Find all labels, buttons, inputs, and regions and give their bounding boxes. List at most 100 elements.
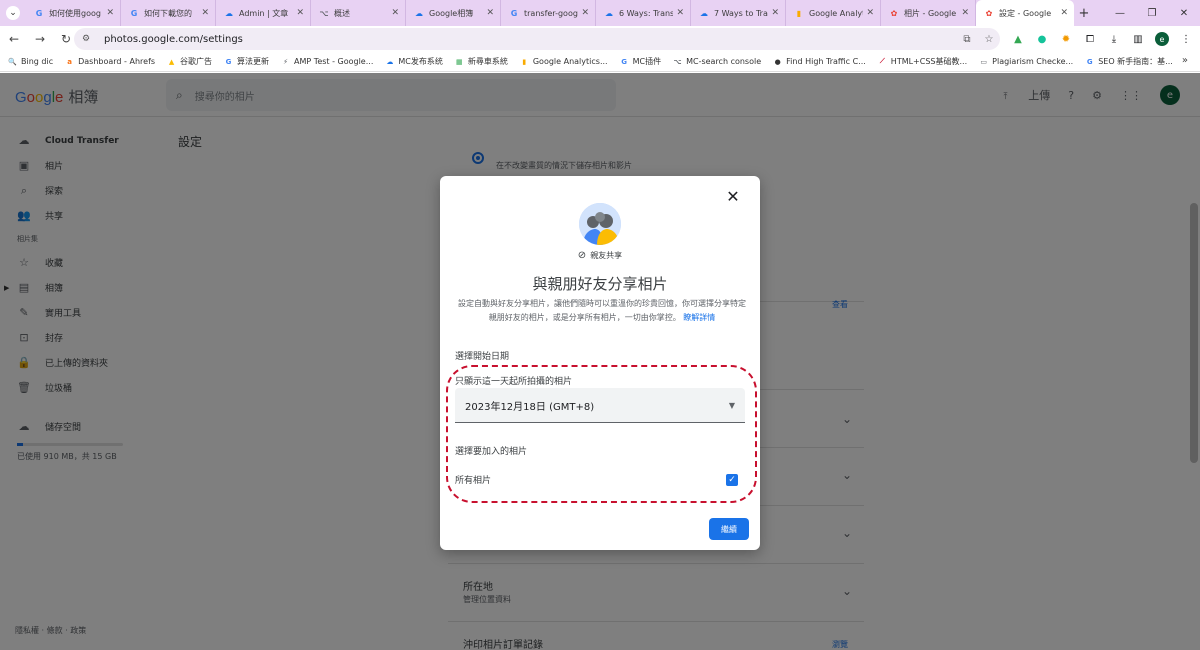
site-info-icon[interactable]: ⚙ <box>82 34 96 44</box>
tab-close-icon[interactable]: ✕ <box>296 8 304 18</box>
bookmark-item[interactable]: G 算法更新 <box>224 56 269 67</box>
bookmark-label: AMP Test - Google... <box>294 57 374 66</box>
start-date-heading: 選擇開始日期 <box>455 352 510 362</box>
bookmark-label: MC-search console <box>686 57 762 66</box>
tab-favicon-icon: ⌥ <box>319 8 329 18</box>
browser-tab[interactable]: ✿ 設定 - Google ✕ <box>976 0 1074 26</box>
tab-favicon-icon: ☁ <box>700 8 708 18</box>
new-tab-button[interactable]: + <box>1074 6 1094 21</box>
bookmark-favicon-icon: ⌥ <box>673 57 682 66</box>
bookmark-item[interactable]: ▮ Google Analytics... <box>520 56 607 67</box>
browser-toolbar: ← → ↻ ⚙ photos.google.com/settings ⧉ ☆ ▲… <box>0 26 1200 52</box>
tab-title: Google相簿 <box>429 8 474 18</box>
bookmark-label: SEO 新手指南：基... <box>1098 57 1173 66</box>
tab-close-icon[interactable]: ✕ <box>201 8 209 18</box>
bookmark-item[interactable]: G SEO 新手指南：基... <box>1085 56 1173 67</box>
badge-label: 親友共享 <box>590 251 623 260</box>
people-illustration-svg <box>579 203 621 245</box>
more-bookmarks-icon[interactable]: » <box>1182 55 1188 66</box>
bookmark-item[interactable]: a Dashboard - Ahrefs <box>65 56 155 67</box>
tab-title: 如何下載您的 <box>144 8 192 18</box>
extensions-area: ▲ ● ✹ ⧠ ⤓ ▥ e ⋮ <box>1006 26 1198 52</box>
tab-close-icon[interactable]: ✕ <box>866 8 874 18</box>
browser-tab[interactable]: ☁ 7 Ways to Tra ✕ <box>691 0 786 26</box>
browser-tab[interactable]: ✿ 相片 - Google ✕ <box>881 0 976 26</box>
bookmark-favicon-icon: a <box>67 57 72 66</box>
bookmark-label: MC插件 <box>632 57 662 66</box>
partner-sharing-badge: ⊘ 親友共享 <box>440 250 760 261</box>
bookmark-favicon-icon: ● <box>774 57 781 66</box>
drive-extension-icon[interactable]: ▲ <box>1006 27 1030 51</box>
chevron-down-icon: ⌄ <box>6 6 20 20</box>
bookmark-label: 谷歌广告 <box>180 57 213 66</box>
tab-close-icon[interactable]: ✕ <box>771 8 779 18</box>
learn-more-link[interactable]: 瞭解詳情 <box>683 313 715 322</box>
tab-search-button[interactable]: ⌄ <box>0 0 26 26</box>
continue-button[interactable]: 繼續 <box>709 518 749 540</box>
close-window-icon[interactable]: ✕ <box>1168 0 1200 26</box>
tab-favicon-icon: ▮ <box>796 8 802 18</box>
profile-avatar[interactable]: e <box>1155 32 1169 46</box>
browser-tab[interactable]: G 如何使用goog ✕ <box>26 0 121 26</box>
install-app-icon[interactable]: ⧉ <box>956 34 978 45</box>
bookmark-label: MC发布系统 <box>398 57 443 66</box>
gear-extension-icon[interactable]: ✹ <box>1054 27 1078 51</box>
bookmark-favicon-icon: ▮ <box>522 57 527 66</box>
bookmark-label: 新尋車系統 <box>467 57 508 66</box>
restore-icon[interactable]: ❐ <box>1136 0 1168 26</box>
tab-favicon-icon: ✿ <box>985 8 993 18</box>
address-bar[interactable]: ⚙ photos.google.com/settings ⧉ ☆ <box>74 28 1000 50</box>
browser-tab[interactable]: G 如何下載您的 ✕ <box>121 0 216 26</box>
tab-close-icon[interactable]: ✕ <box>961 8 969 18</box>
bookmark-item[interactable]: 🔍 Bing dic <box>8 56 53 67</box>
bookmark-item[interactable]: ⚡ AMP Test - Google... <box>281 56 373 67</box>
bookmark-item[interactable]: ▲ 谷歌广告 <box>167 56 212 67</box>
browser-tab[interactable]: Gtransfer-goog ✕ <box>501 0 596 26</box>
bookmark-item[interactable]: ⟋ HTML+CSS基础教... <box>878 56 967 67</box>
tab-close-icon[interactable]: ✕ <box>581 8 589 18</box>
browser-tab[interactable]: ☁ Admin | 文章 ✕ <box>216 0 311 26</box>
bookmark-favicon-icon: G <box>621 57 627 66</box>
bookmark-item[interactable]: ● Find High Traffic C... <box>773 56 866 67</box>
tab-title: Google Analyt <box>809 8 864 18</box>
tab-close-icon[interactable]: ✕ <box>676 8 684 18</box>
browser-tab[interactable]: ☁ 6 Ways: Transf ✕ <box>596 0 691 26</box>
tab-favicon-icon: G <box>35 8 43 18</box>
tab-favicon-icon: G <box>510 8 518 18</box>
bookmark-item[interactable]: ☁ MC发布系统 <box>385 56 443 67</box>
bookmark-item[interactable]: G MC插件 <box>620 56 662 67</box>
tab-title: 設定 - Google <box>999 8 1052 18</box>
tab-close-icon[interactable]: ✕ <box>391 8 399 18</box>
bookmark-favicon-icon: ▲ <box>168 57 175 66</box>
bookmark-star-icon[interactable]: ☆ <box>978 34 1000 45</box>
browser-tab[interactable]: ▮ Google Analyt ✕ <box>786 0 881 26</box>
close-icon[interactable]: ✕ <box>724 188 742 206</box>
tab-close-icon[interactable]: ✕ <box>1060 8 1068 18</box>
bookmark-favicon-icon: G <box>1086 57 1093 66</box>
tab-title: 7 Ways to Tra <box>714 8 768 18</box>
bookmark-favicon-icon: 🔍 <box>8 57 17 66</box>
grammarly-extension-icon[interactable]: ● <box>1030 27 1054 51</box>
dialog-description: 設定自動與好友分享相片，讓他們隨時可以重溫你的珍貴回憶，你可選擇分享特定親朋好友… <box>456 297 748 325</box>
bookmark-favicon-icon: ▦ <box>456 57 463 66</box>
tab-close-icon[interactable]: ✕ <box>486 8 494 18</box>
browser-tab[interactable]: ⌥ 概述 ✕ <box>311 0 406 26</box>
download-icon[interactable]: ⤓ <box>1102 27 1126 51</box>
back-icon[interactable]: ← <box>2 27 26 51</box>
tab-favicon-icon: ✿ <box>890 8 898 18</box>
tab-title: 相片 - Google <box>904 8 957 18</box>
bookmark-item[interactable]: ⌥ MC-search console <box>673 56 762 67</box>
dialog-title: 與親朋好友分享相片 <box>532 275 668 293</box>
tab-close-icon[interactable]: ✕ <box>106 8 114 18</box>
bookmark-item[interactable]: ▦ 新尋車系統 <box>455 56 508 67</box>
minimize-icon[interactable]: — <box>1104 0 1136 26</box>
browser-tab-strip: ⌄ G 如何使用goog ✕ G 如何下載您的 ✕ ☁ Admin | 文章 ✕ ⌥ 概述 ✕ ☁ Goo… <box>0 0 1200 26</box>
bookmark-item[interactable]: ▭ Plagiarism Checke... <box>979 56 1073 67</box>
forward-icon[interactable]: → <box>28 27 52 51</box>
sidepanel-icon[interactable]: ▥ <box>1126 27 1150 51</box>
extensions-puzzle-icon[interactable]: ⧠ <box>1078 27 1102 51</box>
bookmark-label: Plagiarism Checke... <box>992 57 1074 66</box>
browser-tab[interactable]: ☁ Google相簿 ✕ <box>406 0 501 26</box>
tab-title: transfer-goog <box>524 8 578 18</box>
browser-menu-icon[interactable]: ⋮ <box>1174 27 1198 51</box>
